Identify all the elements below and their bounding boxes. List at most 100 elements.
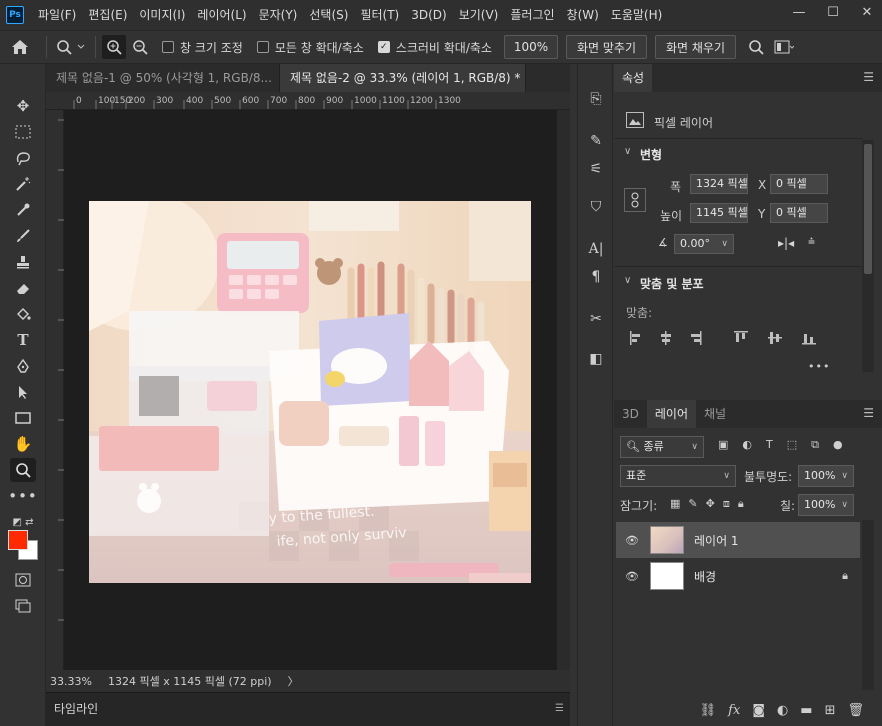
lock-position-icon[interactable]: ✥ [706, 497, 715, 511]
zoom-tool-preset-icon[interactable] [53, 39, 89, 55]
clone-source-icon[interactable]: ⛉ [584, 196, 608, 218]
tab-document-1[interactable]: 제목 없음-1 @ 50% (사각형 1, RGB/8... [46, 64, 280, 92]
menu-view[interactable]: 보기(V) [453, 0, 505, 30]
resize-window-checkbox[interactable]: 창 크기 조정 [162, 39, 243, 56]
history-icon[interactable]: ⎘ [584, 88, 608, 110]
path-selection-tool-icon[interactable] [10, 380, 36, 404]
minimize-button[interactable]: — [784, 0, 814, 24]
layer-row-background[interactable]: 👁︎ 배경 🔒︎ [616, 558, 860, 594]
marquee-tool-icon[interactable] [10, 120, 36, 144]
panel-menu-icon[interactable]: ☰ [863, 407, 874, 419]
type-tool-icon[interactable]: T [10, 328, 36, 352]
filter-toggle-icon[interactable]: ● [833, 438, 843, 456]
lock-image-icon[interactable]: ✎ [688, 497, 697, 511]
tool-presets-icon[interactable]: ✂ [584, 308, 608, 330]
link-icon[interactable] [624, 188, 646, 212]
tab-channels[interactable]: 채널 [696, 400, 734, 428]
align-section-title[interactable]: 맞춤 및 분포 [640, 275, 704, 292]
hand-tool-icon[interactable]: ✋ [10, 432, 36, 456]
brush-tool-icon[interactable] [10, 224, 36, 248]
stamp-tool-icon[interactable] [10, 250, 36, 274]
flip-horizontal-icon[interactable]: ▸|◂ [778, 236, 794, 250]
tab-properties[interactable]: 속성 [614, 64, 653, 92]
brush-settings-icon[interactable]: ✎ [584, 130, 608, 152]
filter-pixel-icon[interactable]: ▣ [718, 438, 728, 456]
filter-shape-icon[interactable]: ⬚ [787, 438, 797, 456]
eyedropper-tool-icon[interactable] [10, 198, 36, 222]
menu-type[interactable]: 문자(Y) [253, 0, 304, 30]
fill-field[interactable]: 100% ∨ [798, 494, 854, 516]
chevron-down-icon[interactable]: ∨ [624, 146, 631, 157]
close-button[interactable]: ✕ [852, 0, 882, 24]
paint-bucket-tool-icon[interactable] [10, 302, 36, 326]
layers-scrollbar[interactable] [862, 520, 874, 690]
pen-tool-icon[interactable] [10, 354, 36, 378]
filter-type-icon[interactable]: T [766, 438, 773, 456]
eye-icon[interactable]: 👁︎ [624, 534, 640, 547]
scroll-thumb[interactable] [864, 144, 872, 274]
new-layer-icon[interactable]: ⊞ [825, 703, 836, 718]
zoom-all-checkbox[interactable]: 모든 창 확대/축소 [256, 39, 364, 56]
menu-file[interactable]: 파일(F) [32, 0, 82, 30]
menu-filter[interactable]: 필터(T) [354, 0, 405, 30]
x-field[interactable]: 0 픽셀 [770, 174, 828, 194]
lock-icon[interactable]: 🔒︎ [842, 569, 848, 583]
menu-3d[interactable]: 3D(D) [405, 0, 452, 30]
timeline-tab[interactable]: 타임라인 [54, 698, 98, 720]
more-options-icon[interactable]: ••• [808, 360, 830, 373]
zoom-tool-icon[interactable] [10, 458, 36, 482]
screen-mode-icon[interactable] [10, 594, 36, 618]
trash-icon[interactable]: 🗑︎ [847, 703, 864, 718]
character-icon[interactable]: A| [584, 238, 608, 260]
canvas-area[interactable]: y to the fullest. ife, not only surviv [64, 110, 557, 670]
rectangle-tool-icon[interactable] [10, 406, 36, 430]
home-icon[interactable] [0, 39, 40, 55]
tab-document-2[interactable]: 제목 없음-2 @ 33.3% (레이어 1, RGB/8) * × [280, 64, 526, 92]
filter-adjustment-icon[interactable]: ◐ [742, 438, 752, 456]
panel-menu-icon[interactable]: ☰ [863, 71, 874, 83]
zoom-out-icon[interactable] [126, 39, 154, 55]
fit-screen-button[interactable]: 화면 맞추기 [565, 35, 647, 59]
link-layers-icon[interactable]: ⛓ [700, 703, 717, 718]
lock-transparency-icon[interactable]: ▦ [670, 497, 680, 511]
menu-help[interactable]: 도움말(H) [605, 0, 669, 30]
maximize-button[interactable]: ☐ [818, 0, 848, 24]
zoom-level-readout[interactable]: 33.33% [50, 675, 104, 688]
eye-icon[interactable]: 👁︎ [624, 570, 640, 583]
fill-screen-button[interactable]: 화면 채우기 [655, 35, 737, 59]
more-tools-icon[interactable]: ••• [8, 484, 37, 508]
tab-layers[interactable]: 레이어 [646, 400, 696, 428]
search-icon[interactable] [742, 39, 770, 55]
add-mask-icon[interactable]: ◙ [752, 703, 765, 718]
foreground-color-swatch[interactable] [8, 530, 28, 550]
move-tool-icon[interactable]: ✥ [10, 94, 36, 118]
layer-row-layer-1[interactable]: 👁︎ 레이어 1 [616, 522, 860, 558]
layer-name[interactable]: 레이어 1 [694, 532, 739, 549]
transform-section-title[interactable]: 변형 [640, 146, 662, 163]
menu-edit[interactable]: 편집(E) [82, 0, 133, 30]
layer-filter-select[interactable]: 🔍︎ 종류 ∨ [620, 436, 704, 458]
magic-wand-tool-icon[interactable] [10, 172, 36, 196]
menu-select[interactable]: 선택(S) [303, 0, 354, 30]
tab-close-icon[interactable]: × [524, 71, 525, 85]
zoom-in-icon[interactable] [102, 35, 126, 59]
width-field[interactable]: 1324 픽셀 [690, 174, 748, 194]
paragraph-icon[interactable]: ¶ [584, 266, 608, 288]
opacity-field[interactable]: 100% ∨ [798, 465, 854, 487]
panel-menu-icon[interactable]: ☰ [555, 703, 564, 714]
menu-image[interactable]: 이미지(I) [133, 0, 191, 30]
y-field[interactable]: 0 픽셀 [770, 203, 828, 223]
quick-mask-icon[interactable] [10, 568, 36, 592]
blend-mode-select[interactable]: 표준 ∨ [620, 465, 736, 487]
adjustment-layer-icon[interactable]: ◐ [777, 703, 788, 718]
lasso-tool-icon[interactable] [10, 146, 36, 170]
workspace-icon[interactable] [770, 40, 798, 54]
menu-plugins[interactable]: 플러그인 [504, 0, 560, 30]
menu-layer[interactable]: 레이어(L) [191, 0, 252, 30]
zoom-value-field[interactable]: 100% [503, 35, 558, 59]
status-menu-arrow-icon[interactable]: 〉 [288, 673, 299, 689]
adjustments-icon[interactable]: ⚟ [584, 158, 608, 180]
eraser-tool-icon[interactable] [10, 276, 36, 300]
tab-3d[interactable]: 3D [614, 400, 647, 428]
menu-window[interactable]: 창(W) [561, 0, 605, 30]
